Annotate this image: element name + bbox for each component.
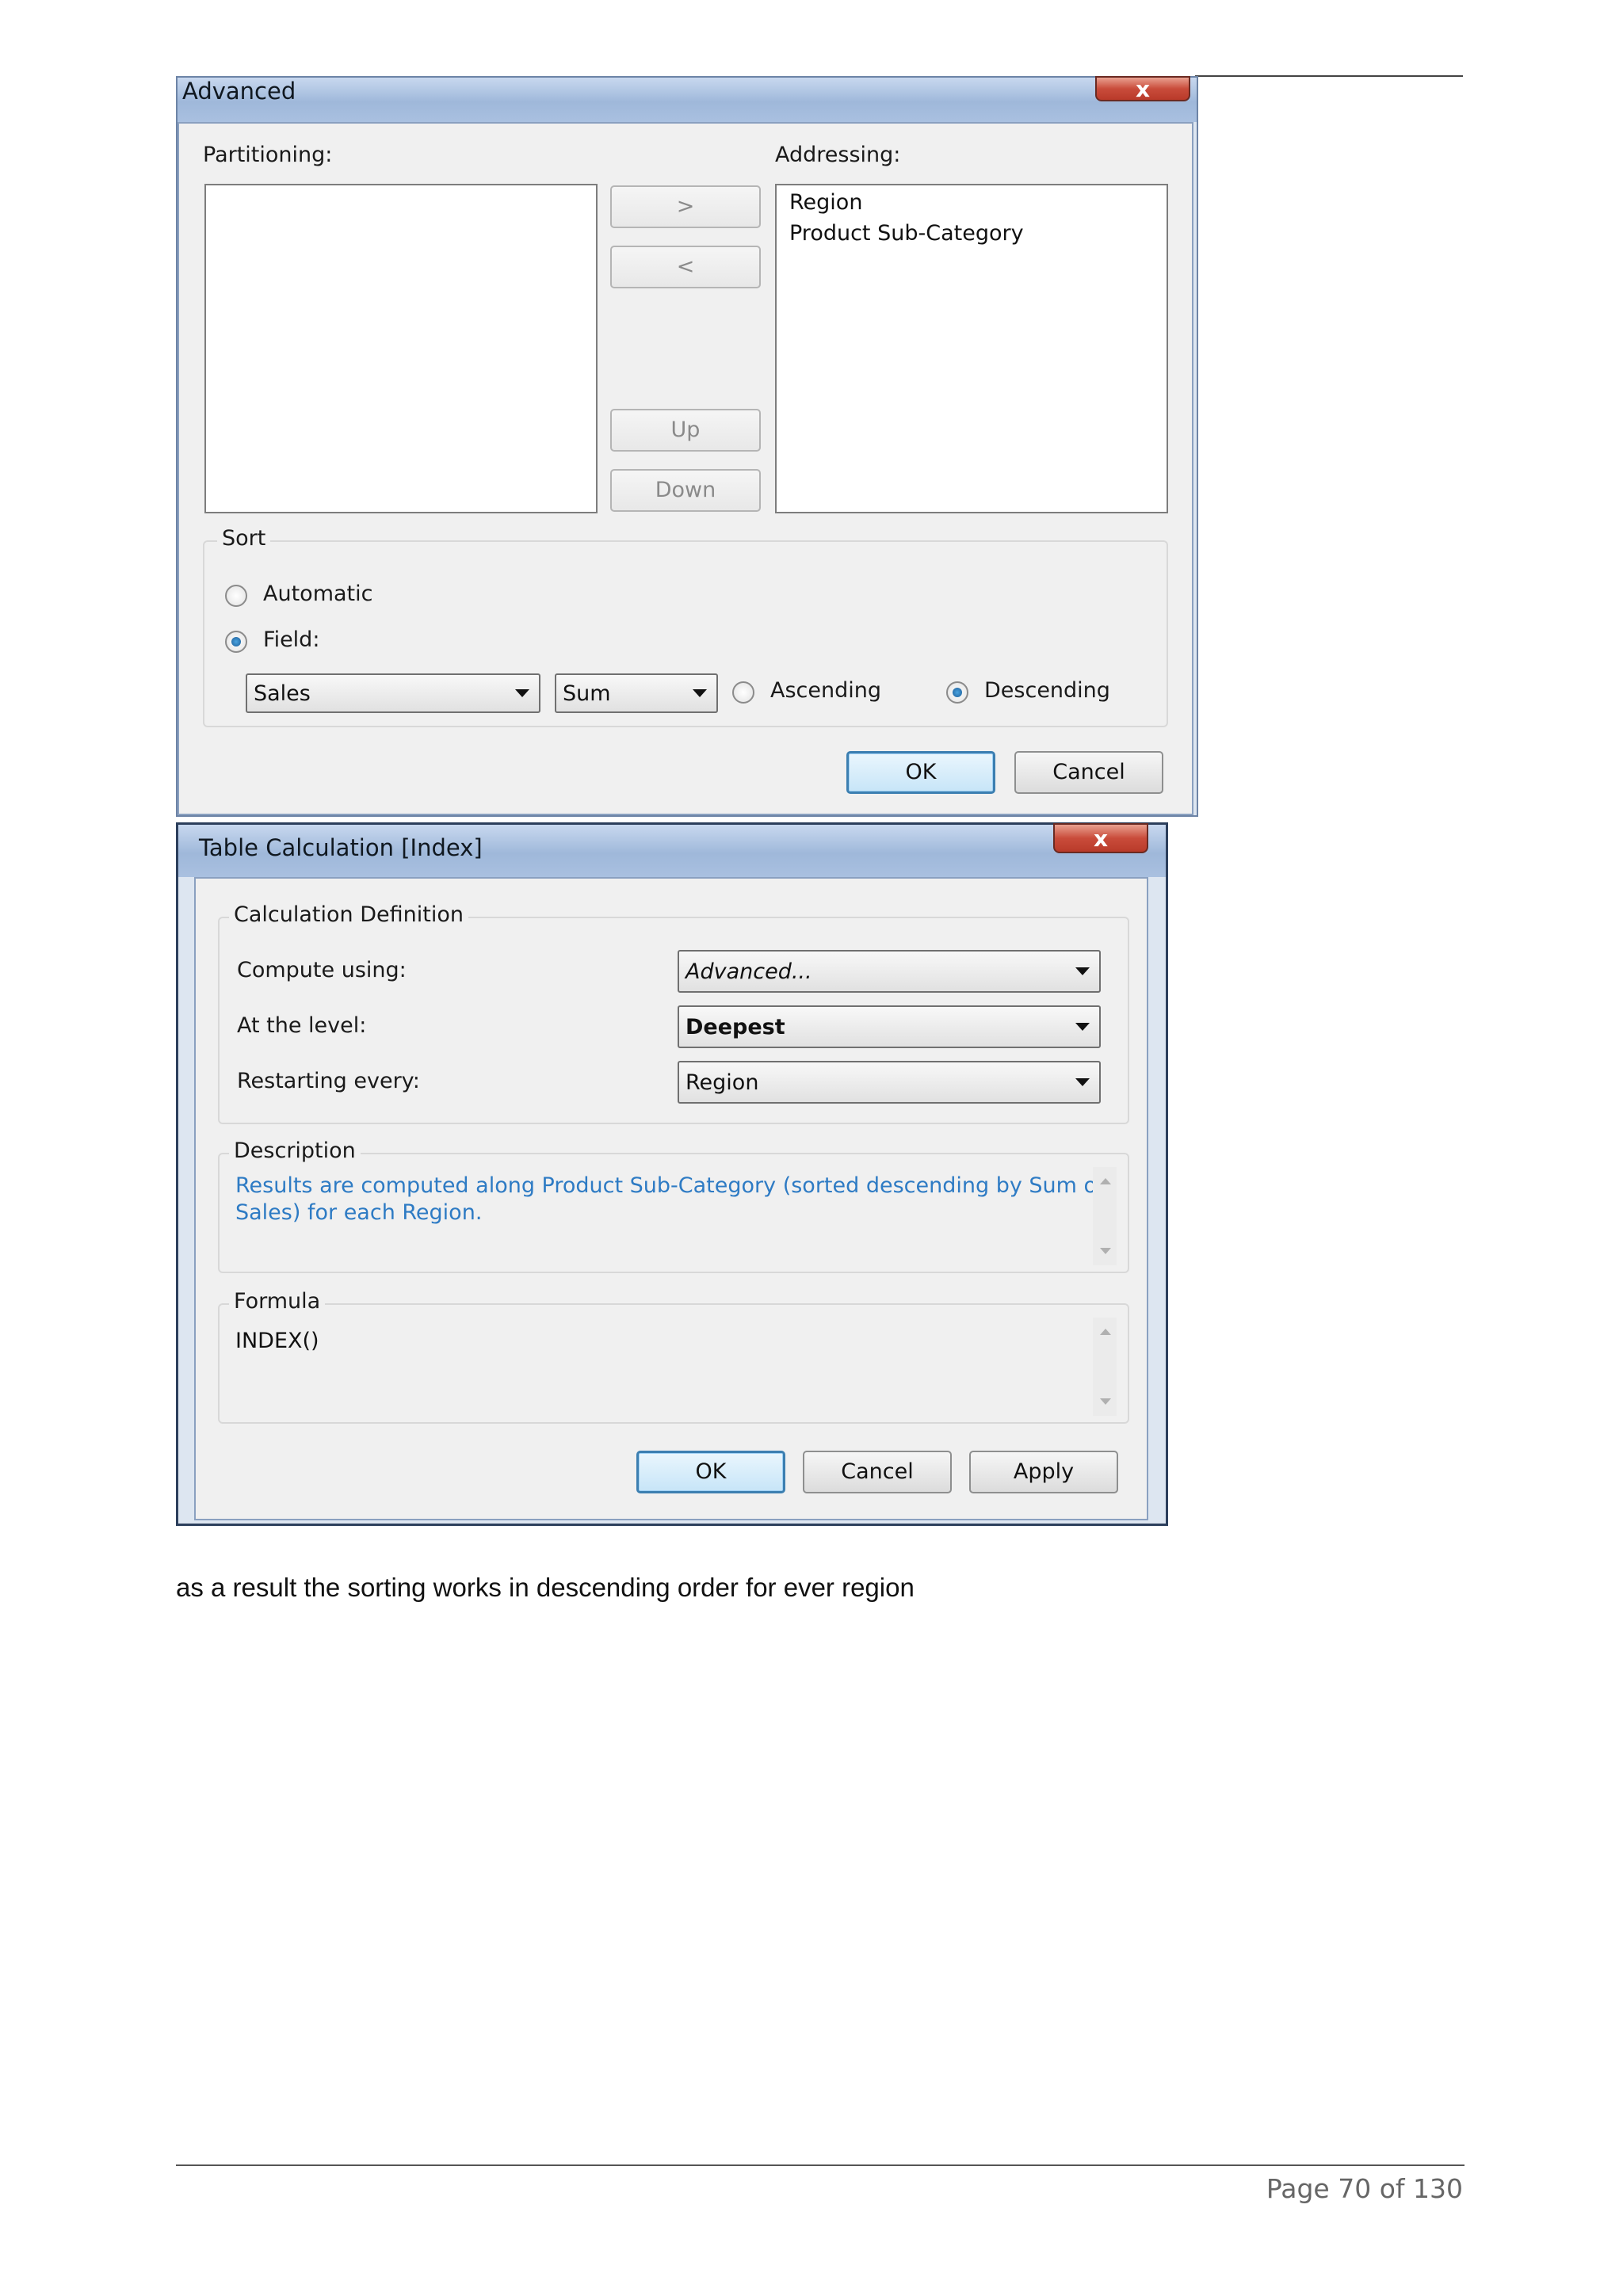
chevron-down-icon bbox=[1075, 967, 1090, 975]
table-calc-cancel-button[interactable]: Cancel bbox=[803, 1451, 952, 1493]
down-button[interactable]: Down bbox=[610, 469, 761, 512]
table-calc-ok-button[interactable]: OK bbox=[636, 1451, 785, 1493]
compute-using-label: Compute using: bbox=[237, 958, 407, 982]
scroll-up-icon[interactable] bbox=[1100, 1178, 1111, 1184]
table-calc-titlebar[interactable]: Table Calculation [Index] x bbox=[178, 823, 1166, 877]
advanced-title: Advanced bbox=[182, 78, 296, 105]
addressing-label: Addressing: bbox=[775, 143, 901, 167]
calc-definition-legend: Calculation Definition bbox=[229, 902, 468, 927]
down-label: Down bbox=[655, 478, 716, 502]
description-line-1: Results are computed along Product Sub-C… bbox=[235, 1173, 1105, 1198]
close-icon: x bbox=[1093, 826, 1109, 852]
advanced-ok-label: OK bbox=[905, 760, 937, 784]
table-calc-apply-button[interactable]: Apply bbox=[969, 1451, 1118, 1493]
advanced-dialog: Advanced x Partitioning: Addressing: > <… bbox=[176, 76, 1198, 817]
scroll-up-icon[interactable] bbox=[1100, 1329, 1111, 1335]
chevron-down-icon bbox=[693, 689, 707, 697]
scroll-down-icon[interactable] bbox=[1100, 1398, 1111, 1405]
formula-text: INDEX() bbox=[235, 1329, 319, 1353]
header-rule bbox=[1195, 75, 1463, 77]
chevron-down-icon bbox=[1075, 1078, 1090, 1086]
move-left-button[interactable]: < bbox=[610, 246, 761, 288]
up-label: Up bbox=[670, 418, 701, 442]
formula-legend: Formula bbox=[229, 1289, 326, 1314]
sort-field-select[interactable]: Sales bbox=[246, 673, 540, 713]
at-level-label: At the level: bbox=[237, 1013, 367, 1038]
table-calc-apply-label: Apply bbox=[1013, 1459, 1075, 1484]
chevron-down-icon bbox=[1075, 1023, 1090, 1031]
description-legend: Description bbox=[229, 1138, 361, 1163]
field-radio[interactable] bbox=[225, 631, 247, 653]
advanced-content: Partitioning: Addressing: > < Up Down Re… bbox=[178, 122, 1193, 815]
chevron-down-icon bbox=[515, 689, 529, 697]
restarting-every-label: Restarting every: bbox=[237, 1069, 420, 1093]
move-left-label: < bbox=[676, 254, 695, 279]
body-paragraph: as a result the sorting works in descend… bbox=[176, 1573, 915, 1602]
description-scrollbar[interactable] bbox=[1093, 1167, 1117, 1265]
partitioning-label: Partitioning: bbox=[203, 143, 333, 167]
formula-text-area[interactable]: INDEX() bbox=[227, 1318, 1118, 1416]
sort-field-value: Sales bbox=[254, 681, 311, 706]
advanced-ok-button[interactable]: OK bbox=[846, 751, 995, 794]
footer-rule bbox=[176, 2164, 1465, 2166]
automatic-radio[interactable] bbox=[225, 585, 247, 607]
table-calc-content: Calculation Definition Compute using: Ad… bbox=[194, 877, 1148, 1520]
automatic-label: Automatic bbox=[263, 582, 373, 606]
advanced-cancel-label: Cancel bbox=[1052, 760, 1125, 784]
table-calc-title: Table Calculation [Index] bbox=[199, 834, 483, 861]
sort-aggregation-value: Sum bbox=[563, 681, 611, 706]
sort-aggregation-select[interactable]: Sum bbox=[555, 673, 718, 713]
description-text-area: Results are computed along Product Sub-C… bbox=[227, 1167, 1118, 1265]
table-calculation-dialog: Table Calculation [Index] x Calculation … bbox=[176, 822, 1168, 1526]
table-calc-cancel-label: Cancel bbox=[841, 1459, 914, 1484]
ascending-radio[interactable] bbox=[732, 681, 754, 704]
compute-using-select[interactable]: Advanced... bbox=[678, 950, 1101, 993]
table-calc-close-button[interactable]: x bbox=[1053, 823, 1148, 853]
up-button[interactable]: Up bbox=[610, 409, 761, 452]
description-line-2: Sales) for each Region. bbox=[235, 1200, 483, 1225]
scroll-down-icon[interactable] bbox=[1100, 1248, 1111, 1254]
formula-scrollbar[interactable] bbox=[1093, 1318, 1117, 1416]
addressing-list[interactable]: Region Product Sub-Category bbox=[775, 184, 1168, 513]
descending-radio[interactable] bbox=[946, 681, 968, 704]
partitioning-list[interactable] bbox=[204, 184, 598, 513]
addressing-item[interactable]: Region bbox=[789, 190, 862, 215]
advanced-cancel-button[interactable]: Cancel bbox=[1014, 751, 1163, 794]
advanced-titlebar[interactable]: Advanced x bbox=[178, 76, 1197, 122]
ascending-label: Ascending bbox=[770, 678, 881, 703]
at-level-select[interactable]: Deepest bbox=[678, 1005, 1101, 1048]
compute-using-value: Advanced... bbox=[685, 959, 812, 984]
move-right-button[interactable]: > bbox=[610, 185, 761, 228]
at-level-value: Deepest bbox=[685, 1015, 785, 1039]
restarting-every-value: Region bbox=[685, 1070, 759, 1095]
addressing-item[interactable]: Product Sub-Category bbox=[789, 221, 1024, 246]
advanced-close-button[interactable]: x bbox=[1095, 76, 1190, 101]
descending-label: Descending bbox=[984, 678, 1110, 703]
restarting-every-select[interactable]: Region bbox=[678, 1061, 1101, 1104]
field-label: Field: bbox=[263, 627, 320, 652]
page-number: Page 70 of 130 bbox=[1266, 2173, 1463, 2204]
move-right-label: > bbox=[676, 194, 695, 219]
sort-legend: Sort bbox=[217, 526, 271, 551]
close-icon: x bbox=[1135, 76, 1151, 102]
table-calc-ok-label: OK bbox=[695, 1459, 727, 1484]
